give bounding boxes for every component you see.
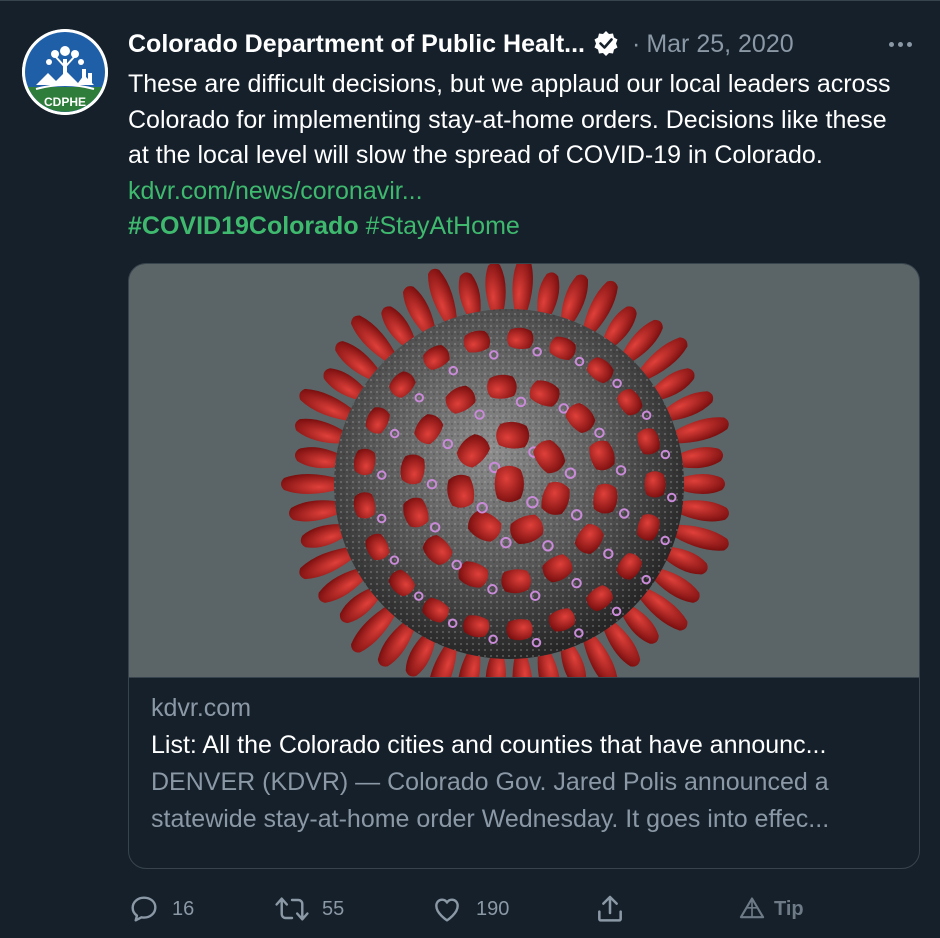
like-count: 190	[476, 897, 510, 920]
tip-icon	[739, 897, 765, 919]
share-action[interactable]	[594, 889, 626, 929]
author-name[interactable]: Colorado Department of Public Healt...	[128, 30, 585, 59]
tweet-content: Colorado Department of Public Healt... ·…	[128, 25, 920, 245]
avatar-label: CDPHE	[44, 95, 86, 109]
tip-action[interactable]: Tip	[738, 889, 804, 929]
tweet-actions: 16 55 190 Tip	[128, 889, 848, 929]
tweet-date[interactable]: Mar 25, 2020	[646, 30, 793, 59]
tweet-body: These are difficult decisions, but we ap…	[128, 70, 891, 169]
coronavirus-illustration	[129, 264, 919, 677]
tweet-text: These are difficult decisions, but we ap…	[128, 67, 898, 245]
tweet-header: Colorado Department of Public Healt... ·…	[128, 25, 920, 63]
card-description: DENVER (KDVR) — Colorado Gov. Jared Poli…	[151, 768, 830, 833]
reply-count: 16	[172, 897, 195, 920]
avatar[interactable]: CDPHE	[22, 29, 108, 115]
reply-action[interactable]: 16	[128, 889, 194, 929]
like-action[interactable]: 190	[430, 889, 509, 929]
retweet-icon	[275, 897, 309, 921]
link-card[interactable]: kdvr.com List: All the Colorado cities a…	[128, 263, 920, 869]
reply-icon	[131, 896, 157, 922]
card-title: List: All the Colorado cities and counti…	[151, 731, 827, 759]
card-domain: kdvr.com	[151, 694, 252, 722]
cdphe-logo-icon: CDPHE	[22, 29, 108, 115]
heart-icon	[435, 898, 459, 922]
more-options-icon[interactable]	[880, 29, 920, 59]
retweet-action[interactable]: 55	[274, 889, 344, 929]
header-separator: ·	[632, 29, 641, 58]
retweet-count: 55	[322, 897, 345, 920]
share-icon	[598, 895, 622, 922]
tweet: CDPHE Colorado Department of Public Heal…	[0, 0, 940, 938]
hashtag-covid19colorado[interactable]: #COVID19Colorado	[128, 212, 359, 240]
verified-badge-icon	[592, 30, 620, 58]
tweet-link[interactable]: kdvr.com/news/coronavir...	[128, 177, 423, 205]
tip-label: Tip	[774, 897, 804, 920]
card-image[interactable]	[129, 264, 919, 678]
hashtag-stayathome[interactable]: #StayAtHome	[366, 212, 520, 240]
card-body: kdvr.com List: All the Colorado cities a…	[129, 678, 919, 838]
